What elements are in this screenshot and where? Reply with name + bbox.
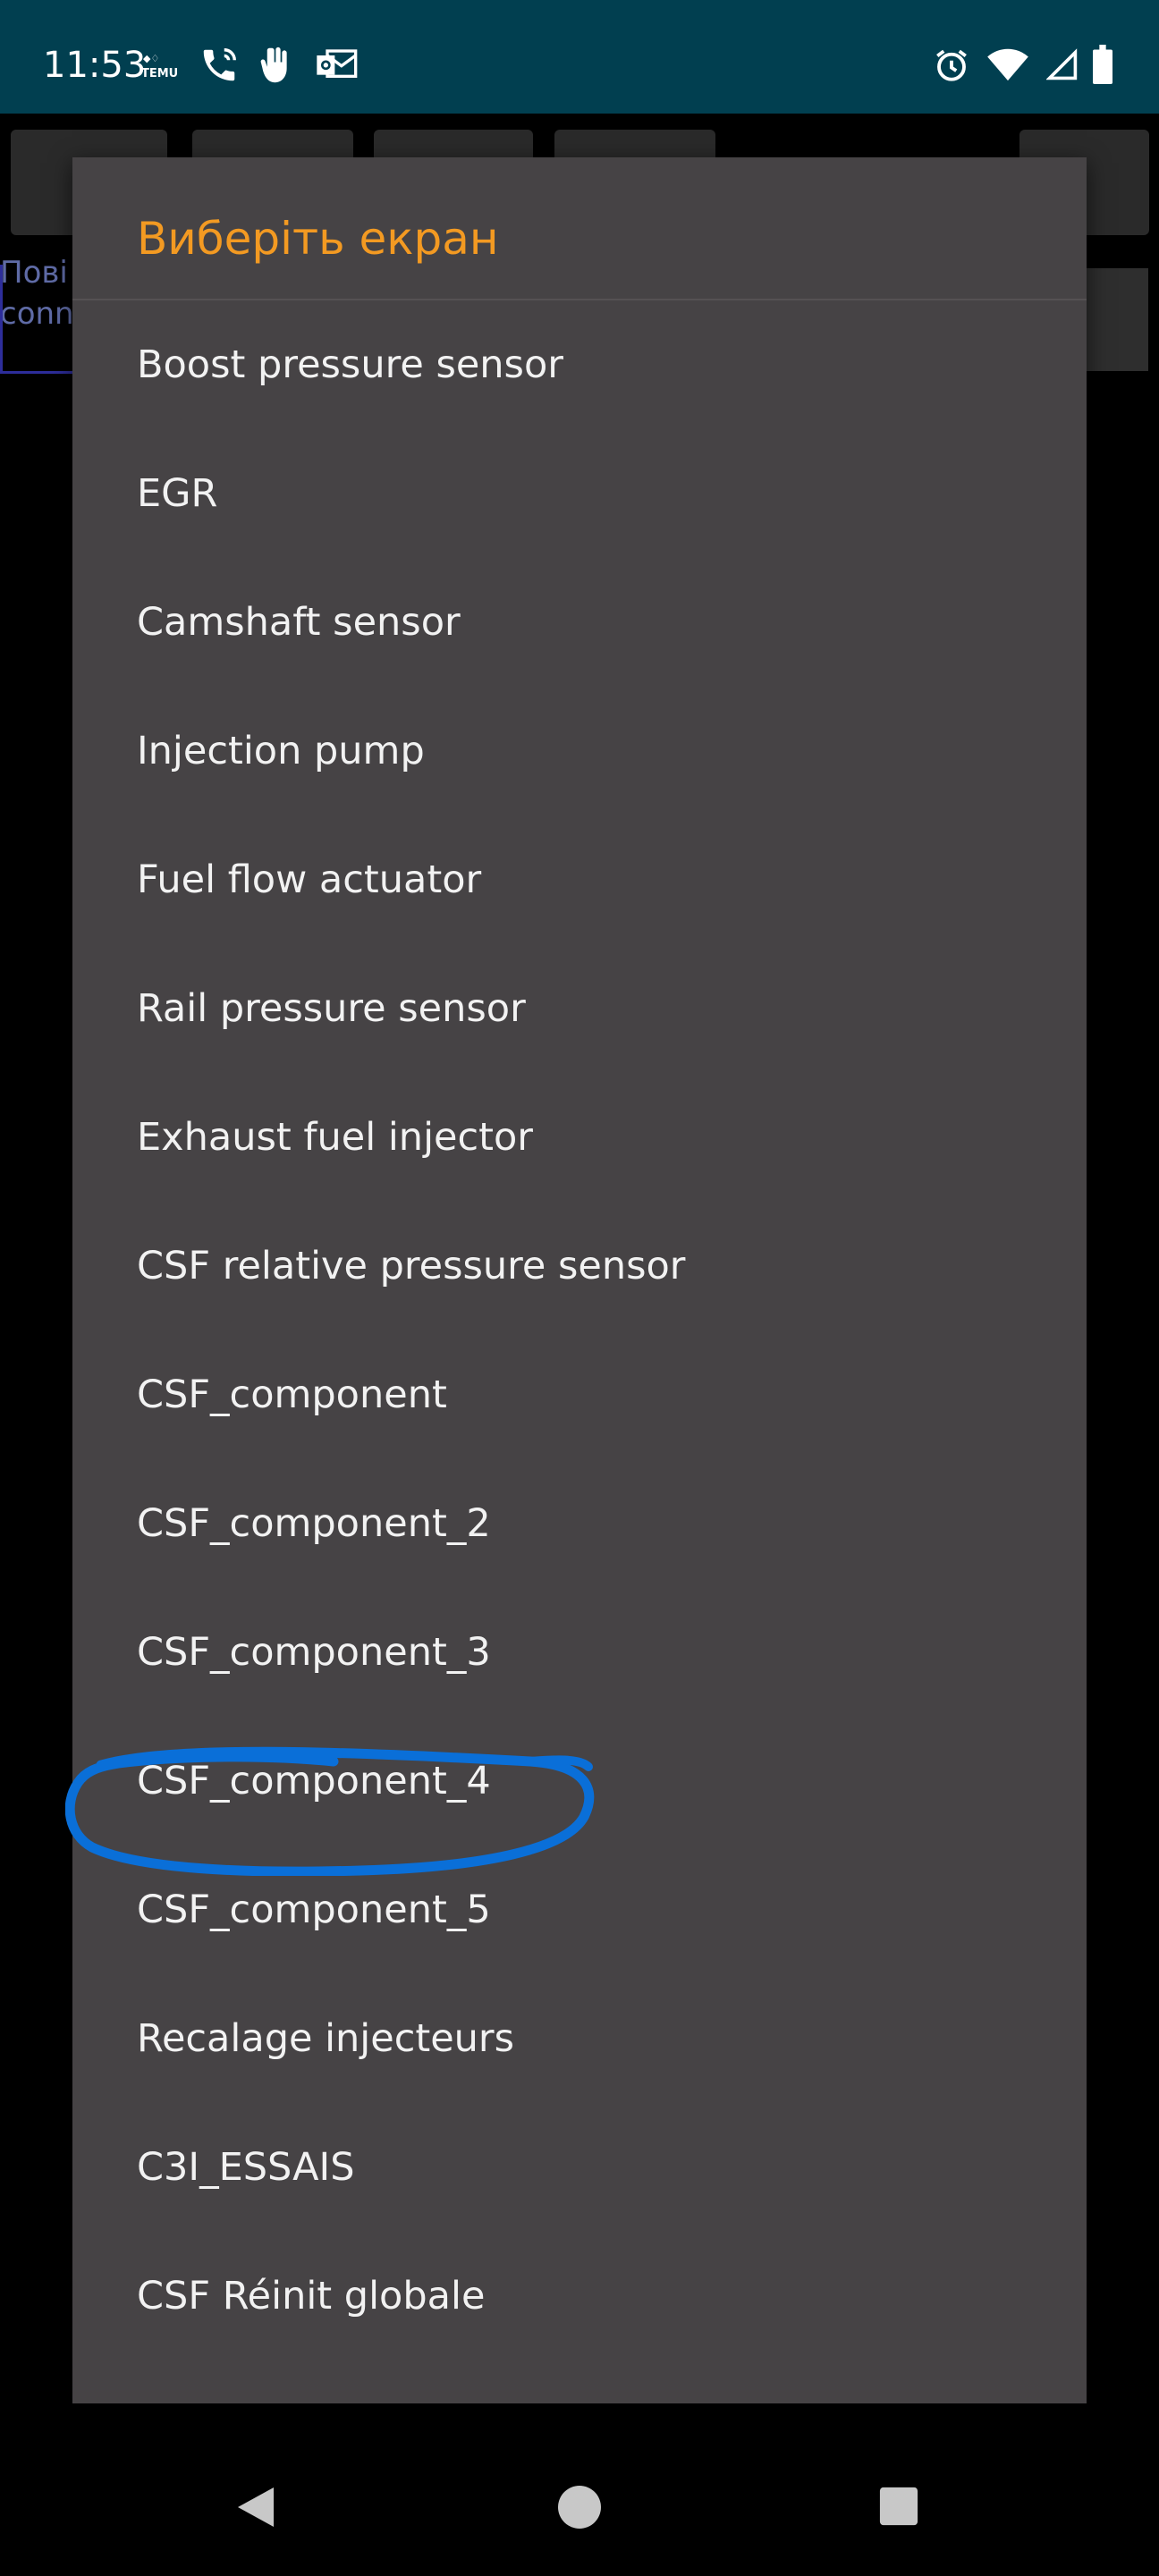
temu-icon: ◆♢ TEMU [141,50,182,84]
background-text-line: conn [0,296,74,332]
hand-icon [259,45,297,89]
select-screen-dialog: Виберіть екран Boost pressure sensor EGR… [72,157,1087,2403]
list-item-recalage-injecteurs[interactable]: Recalage injecteurs [72,1974,1087,2103]
wifi-icon [987,48,1028,86]
list-item-csf-component-3[interactable]: CSF_component_3 [72,1588,1087,1717]
list-item-exhaust-fuel-injector[interactable]: Exhaust fuel injector [72,1073,1087,1202]
svg-text:◆♢: ◆♢ [143,53,159,64]
battery-icon [1093,45,1112,88]
alarm-icon [933,46,970,88]
list-item-injection-pump[interactable]: Injection pump [72,687,1087,815]
background-panel [1084,268,1148,371]
home-icon[interactable] [556,2484,603,2534]
background-text: Пові conn [0,252,74,334]
dialog-title: Виберіть екран [137,213,499,265]
signal-icon [1045,48,1079,86]
list-item-csf-component[interactable]: CSF_component [72,1330,1087,1459]
list-item-csf-component-4[interactable]: CSF_component_4 [72,1717,1087,1845]
list-item-camshaft-sensor[interactable]: Camshaft sensor [72,558,1087,687]
background-border [0,265,3,374]
list-item-csf-component-5[interactable]: CSF_component_5 [72,1845,1087,1974]
status-bar: 11:53 ◆♢ TEMU [0,0,1159,114]
screen-list: Boost pressure sensor EGR Camshaft senso… [72,300,1087,2361]
list-item-c3i-essais[interactable]: C3I_ESSAIS [72,2103,1087,2232]
list-item-csf-reinit-globale[interactable]: CSF Réinit globale [72,2232,1087,2361]
background-text-line: Пові [0,255,68,291]
list-item-fuel-flow-actuator[interactable]: Fuel flow actuator [72,815,1087,944]
recents-icon[interactable] [878,2486,919,2530]
outlook-icon [315,46,358,86]
list-item-egr[interactable]: EGR [72,429,1087,558]
list-item-csf-relative-pressure-sensor[interactable]: CSF relative pressure sensor [72,1202,1087,1330]
back-icon[interactable] [234,2484,277,2534]
list-item-boost-pressure-sensor[interactable]: Boost pressure sensor [72,300,1087,429]
navigation-bar [0,2432,1159,2576]
svg-text:TEMU: TEMU [141,67,178,80]
status-time: 11:53 [43,45,147,86]
list-item-csf-component-2[interactable]: CSF_component_2 [72,1459,1087,1588]
phone-call-icon [199,45,240,89]
list-item-rail-pressure-sensor[interactable]: Rail pressure sensor [72,944,1087,1073]
